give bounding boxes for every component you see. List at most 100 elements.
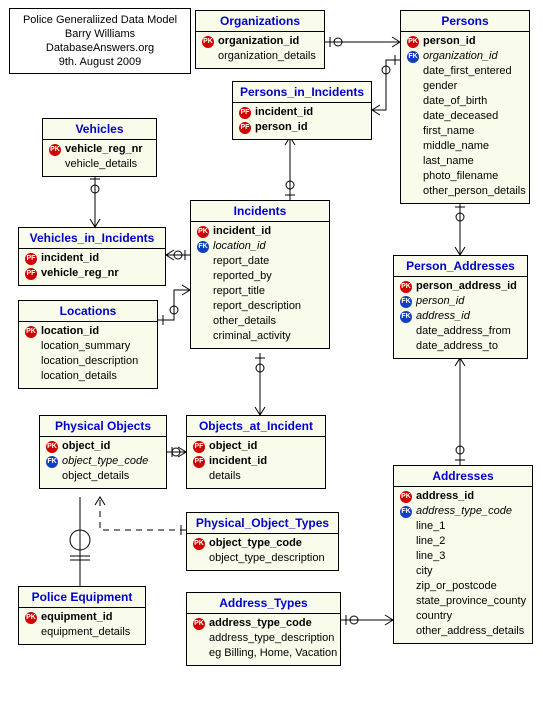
attribute-row: vehicle_details bbox=[47, 157, 152, 172]
attribute-name: object_type_code bbox=[60, 454, 148, 469]
entity-attributes: PKorganization_idorganization_details bbox=[196, 32, 324, 68]
entity-title: Address_Types bbox=[187, 593, 340, 614]
attribute-row: object_details bbox=[44, 469, 162, 484]
attribute-name: date_of_birth bbox=[421, 94, 487, 109]
entity-vehicles: VehiclesPKvehicle_reg_nrvehicle_details bbox=[42, 118, 157, 177]
attribute-row: date_of_birth bbox=[405, 94, 525, 109]
attribute-name: location_summary bbox=[39, 339, 130, 354]
primary-key-icon: PK bbox=[193, 538, 205, 550]
attribute-row: PKobject_id bbox=[44, 439, 162, 454]
entity-address-types: Address_Types PKaddress_type_codeaddress_… bbox=[186, 592, 341, 666]
entity-title: Persons bbox=[401, 11, 529, 32]
attribute-row: middle_name bbox=[405, 139, 525, 154]
entity-attributes: PKobject_type_codeobject_type_descriptio… bbox=[187, 534, 338, 570]
attribute-row: FKperson_id bbox=[398, 294, 523, 309]
attribute-row: reported_by bbox=[195, 269, 325, 284]
attribute-row: PFincident_id bbox=[191, 454, 321, 469]
attribute-name: address_type_code bbox=[207, 616, 312, 631]
pk-fk-icon: PF bbox=[25, 253, 37, 265]
attribute-row: PFobject_id bbox=[191, 439, 321, 454]
attribute-name: date_first_entered bbox=[421, 64, 512, 79]
attribute-row: report_title bbox=[195, 284, 325, 299]
attribute-row: FKaddress_id bbox=[398, 309, 523, 324]
meta-line: Barry Williams bbox=[16, 27, 184, 41]
attribute-row: PFincident_id bbox=[237, 105, 367, 120]
attribute-row: PKincident_id bbox=[195, 224, 325, 239]
attribute-row: other_details bbox=[195, 314, 325, 329]
attribute-row: location_summary bbox=[23, 339, 153, 354]
attribute-name: date_address_from bbox=[414, 324, 511, 339]
attribute-name: report_date bbox=[211, 254, 269, 269]
attribute-name: address_type_description bbox=[207, 631, 334, 646]
attribute-name: state_province_county bbox=[414, 594, 526, 609]
entity-title: Person_Addresses bbox=[394, 256, 527, 277]
attribute-name: address_id bbox=[414, 309, 470, 324]
attribute-name: organization_id bbox=[216, 34, 299, 49]
attribute-name: location_id bbox=[211, 239, 266, 254]
attribute-row: criminal_activity bbox=[195, 329, 325, 344]
primary-key-icon: PK bbox=[400, 281, 412, 293]
entity-addresses: AddressesPKaddress_idFKaddress_type_code… bbox=[393, 465, 533, 644]
attribute-name: vehicle_details bbox=[63, 157, 137, 172]
attribute-row: FKlocation_id bbox=[195, 239, 325, 254]
pk-fk-icon: PF bbox=[193, 456, 205, 468]
attribute-row: PFperson_id bbox=[237, 120, 367, 135]
attribute-name: vehicle_reg_nr bbox=[39, 266, 119, 281]
attribute-name: other_details bbox=[211, 314, 276, 329]
entity-title: Vehicles_in_Incidents bbox=[19, 228, 165, 249]
foreign-key-icon: FK bbox=[407, 51, 419, 63]
attribute-name: location_description bbox=[39, 354, 138, 369]
attribute-name: report_title bbox=[211, 284, 265, 299]
primary-key-icon: PK bbox=[400, 491, 412, 503]
attribute-row: location_details bbox=[23, 369, 153, 384]
attribute-row: other_address_details bbox=[398, 624, 528, 639]
attribute-row: date_address_from bbox=[398, 324, 523, 339]
attribute-name: location_id bbox=[39, 324, 99, 339]
attribute-row: equipment_details bbox=[23, 625, 141, 640]
attribute-row: last_name bbox=[405, 154, 525, 169]
primary-key-icon: PK bbox=[49, 144, 61, 156]
foreign-key-icon: FK bbox=[400, 311, 412, 323]
attribute-name: first_name bbox=[421, 124, 474, 139]
attribute-name: date_deceased bbox=[421, 109, 498, 124]
attribute-name: middle_name bbox=[421, 139, 489, 154]
attribute-row: location_description bbox=[23, 354, 153, 369]
attribute-name: details bbox=[207, 469, 241, 484]
attribute-row: gender bbox=[405, 79, 525, 94]
attribute-row: first_name bbox=[405, 124, 525, 139]
entity-title: Vehicles bbox=[43, 119, 156, 140]
attribute-name: incident_id bbox=[253, 105, 313, 120]
meta-line: DatabaseAnswers.org bbox=[16, 41, 184, 55]
entity-attributes: PKperson_address_idFKperson_idFKaddress_… bbox=[394, 277, 527, 358]
diagram-meta: Police Generaliized Data Model Barry Wil… bbox=[9, 8, 191, 74]
attribute-row: line_1 bbox=[398, 519, 528, 534]
attribute-name: incident_id bbox=[211, 224, 271, 239]
attribute-name: eg Billing, Home, Vacation bbox=[207, 646, 337, 661]
attribute-name: last_name bbox=[421, 154, 474, 169]
attribute-name: other_person_details bbox=[421, 184, 526, 199]
attribute-row: line_3 bbox=[398, 549, 528, 564]
entity-title: Police Equipment bbox=[19, 587, 145, 608]
attribute-row: PKequipment_id bbox=[23, 610, 141, 625]
entity-attributes: PKaddress_idFKaddress_type_codeline_1lin… bbox=[394, 487, 532, 643]
entity-attributes: PFincident_idPFperson_id bbox=[233, 103, 371, 139]
attribute-name: date_address_to bbox=[414, 339, 498, 354]
entity-organizations: OrganizationsPKorganization_idorganizati… bbox=[195, 10, 325, 69]
attribute-row: PKvehicle_reg_nr bbox=[47, 142, 152, 157]
attribute-name: reported_by bbox=[211, 269, 272, 284]
primary-key-icon: PK bbox=[197, 226, 209, 238]
attribute-row: PFincident_id bbox=[23, 251, 161, 266]
attribute-row: FKobject_type_code bbox=[44, 454, 162, 469]
entity-persons-in-incidents: Persons_in_IncidentsPFincident_idPFperso… bbox=[232, 81, 372, 140]
attribute-row: state_province_county bbox=[398, 594, 528, 609]
primary-key-icon: PK bbox=[193, 618, 205, 630]
entity-attributes: PKvehicle_reg_nrvehicle_details bbox=[43, 140, 156, 176]
attribute-name: object_id bbox=[207, 439, 257, 454]
attribute-name: organization_details bbox=[216, 49, 316, 64]
attribute-name: incident_id bbox=[39, 251, 99, 266]
primary-key-icon: PK bbox=[202, 36, 214, 48]
attribute-row: FKaddress_type_code bbox=[398, 504, 528, 519]
entity-title: Locations bbox=[19, 301, 157, 322]
attribute-row: date_first_entered bbox=[405, 64, 525, 79]
attribute-row: zip_or_postcode bbox=[398, 579, 528, 594]
